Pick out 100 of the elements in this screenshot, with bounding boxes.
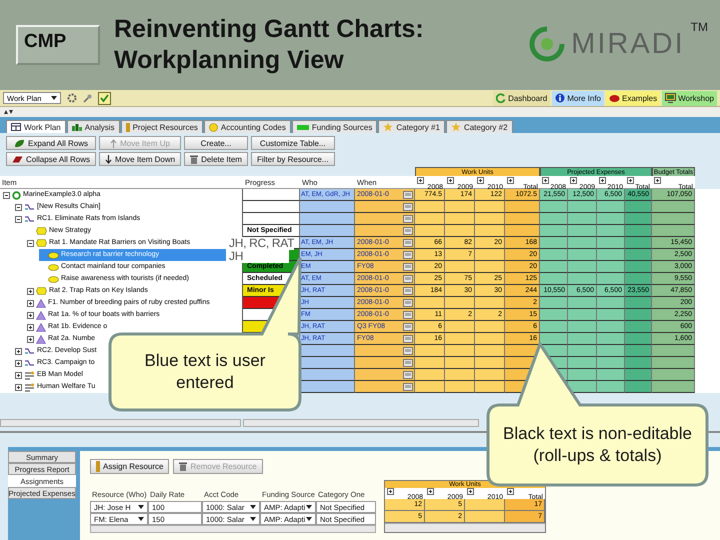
trash-icon (179, 462, 188, 471)
table-cell (568, 237, 597, 249)
table-cell (445, 381, 475, 393)
expand-icon[interactable] (27, 312, 34, 318)
collapse-icon[interactable] (15, 204, 22, 210)
expand-icon[interactable] (27, 324, 34, 330)
quick-link[interactable]: More Info (552, 90, 604, 106)
table-cell (625, 261, 652, 273)
expand-icon[interactable] (507, 177, 514, 184)
table-cell (597, 357, 625, 369)
tab[interactable]: Work Plan (6, 120, 66, 133)
expand-icon[interactable] (15, 384, 22, 390)
expand-icon[interactable] (27, 288, 34, 294)
table-cell (597, 261, 625, 273)
collapse-icon[interactable] (3, 192, 10, 198)
table-cell (568, 297, 597, 309)
tab[interactable]: Funding Sources (292, 120, 378, 133)
expand-icon[interactable] (15, 372, 22, 378)
toolbar-button[interactable]: Create... (184, 136, 248, 150)
chart-icon (72, 123, 82, 131)
tab[interactable]: Accounting Codes (204, 120, 291, 133)
table-cell (540, 249, 568, 261)
table-cell (540, 309, 568, 321)
toolbar-button[interactable]: Expand All Rows (6, 136, 96, 150)
table-cell (568, 357, 597, 369)
expand-icon[interactable] (27, 300, 34, 306)
caret-icon (138, 505, 144, 509)
collapse-arrows-icon[interactable] (4, 109, 13, 115)
toolbar-button[interactable]: Delete Item (184, 152, 248, 166)
table-cell (597, 381, 625, 393)
table-cell (568, 309, 597, 321)
scrollbar[interactable] (385, 523, 545, 532)
table-cell (445, 333, 475, 345)
expand-icon[interactable] (27, 336, 34, 342)
wrench-icon[interactable] (83, 94, 92, 102)
bar-icon (126, 122, 130, 132)
table-cell (568, 333, 597, 345)
expand-icon[interactable] (507, 488, 514, 495)
table-cell (475, 297, 505, 309)
tab[interactable]: Analysis (66, 120, 120, 133)
collapse-icon[interactable] (15, 216, 22, 222)
table-cell (652, 213, 695, 225)
tab[interactable]: Category #2 (446, 120, 513, 133)
table-cell (445, 357, 475, 369)
expand-icon[interactable] (467, 488, 474, 495)
table-cell (625, 237, 652, 249)
expand-icon[interactable] (477, 177, 484, 184)
bar-icon (96, 461, 100, 472)
table-cell (540, 261, 568, 273)
table-cell (625, 357, 652, 369)
caret-icon (51, 96, 57, 100)
expand-icon[interactable] (627, 177, 634, 184)
expand-icon[interactable] (570, 177, 577, 184)
quick-link[interactable]: Dashboard (493, 90, 550, 106)
table-cell (597, 333, 625, 345)
expand-icon[interactable] (654, 177, 661, 184)
star-icon (383, 122, 394, 132)
toolbar-button[interactable]: Collapse All Rows (6, 152, 96, 166)
resource-button[interactable]: Assign Resource (90, 459, 170, 474)
quick-link[interactable]: Examples (606, 90, 660, 106)
diagram-icon (24, 382, 35, 392)
star-icon (450, 122, 461, 132)
caret-icon (306, 517, 312, 521)
expand-icon[interactable] (15, 360, 22, 366)
tab[interactable]: Project Resources (120, 120, 203, 133)
toolbar-button[interactable]: Filter by Resource... (250, 152, 335, 166)
table-cell (625, 369, 652, 381)
table-cell (445, 321, 475, 333)
quick-link[interactable]: Workshop (662, 90, 717, 106)
check-icon[interactable] (98, 92, 111, 104)
expand-icon[interactable] (15, 348, 22, 354)
table-cell (475, 369, 505, 381)
expand-icon[interactable] (387, 488, 394, 495)
table-cell (597, 249, 625, 261)
tab[interactable]: Category #1 (378, 120, 445, 133)
table-cell (475, 261, 505, 273)
expand-icon[interactable] (599, 177, 606, 184)
table-cell (540, 201, 568, 213)
scrollbar[interactable] (0, 419, 241, 427)
collapse-icon[interactable] (27, 240, 34, 246)
leaf-icon (14, 138, 25, 148)
down-arrow-icon (105, 154, 112, 164)
gear-icon[interactable] (67, 93, 77, 103)
oval-icon (48, 252, 59, 258)
caret-icon (306, 505, 312, 509)
table-cell (475, 249, 505, 261)
table-cell (568, 369, 597, 381)
who-cell (300, 369, 355, 381)
expand-icon[interactable] (427, 488, 434, 495)
table-cell (625, 381, 652, 393)
toolbar-button[interactable]: Customize Table... (250, 136, 335, 150)
scrollbar[interactable] (90, 525, 376, 533)
expand-icon[interactable] (447, 177, 454, 184)
expand-icon[interactable] (542, 177, 549, 184)
expand-icon[interactable] (417, 177, 424, 184)
blob-icon (609, 94, 620, 102)
toolbar-button[interactable]: Move Item Down (99, 152, 182, 166)
scrollbar[interactable] (243, 419, 479, 427)
oval-icon (48, 264, 59, 270)
table-cell (597, 321, 625, 333)
